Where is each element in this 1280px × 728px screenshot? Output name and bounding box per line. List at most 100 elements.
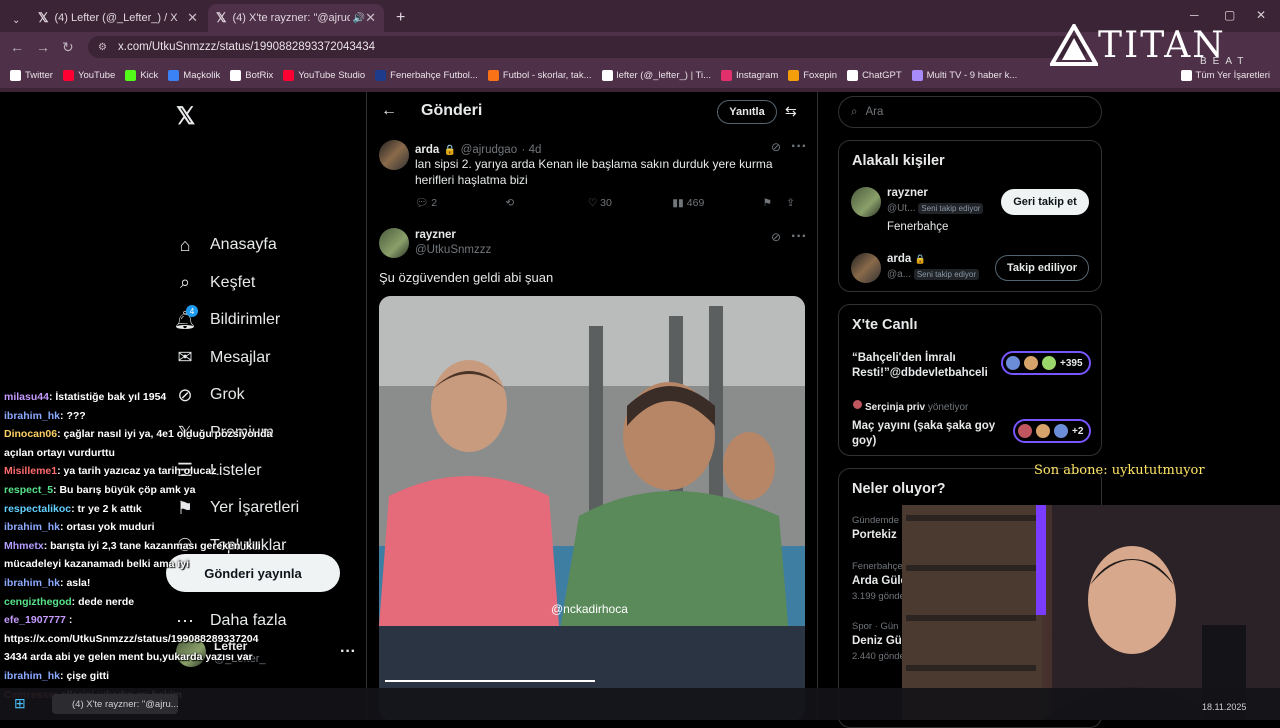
site-info-icon[interactable]: ⚙ <box>98 42 107 53</box>
space-listeners[interactable]: +2 <box>1013 419 1092 443</box>
avatar[interactable] <box>851 253 881 283</box>
reply-button[interactable]: Yanıtla <box>717 100 777 124</box>
tab-search-icon[interactable]: ⌄ <box>4 6 24 34</box>
url-field[interactable]: ⚙ x.com/UtkuSnmzzz/status/19908828933720… <box>88 36 1088 58</box>
close-icon[interactable]: ✕ <box>365 10 376 26</box>
chat-username[interactable]: respectalikoc <box>4 503 71 515</box>
bookmark-item[interactable]: YouTube Studio <box>283 69 365 81</box>
author-name[interactable]: arda <box>415 144 439 156</box>
trend-category: Spor · Gün <box>852 621 899 632</box>
bookmark-item[interactable]: Fenerbahçe Futbol... <box>375 69 478 81</box>
follow-back-button[interactable]: Geri takip et <box>1001 189 1089 215</box>
minimize-icon[interactable]: ─ <box>1190 8 1199 22</box>
like-action[interactable]: ♡ 30 <box>588 196 672 209</box>
trend-category: Fenerbahçe <box>852 561 903 572</box>
space-title[interactable]: Maç yayını (şaka şaka goy goy) <box>852 419 1002 449</box>
bookmark-item[interactable]: Foxepin <box>788 69 837 81</box>
bookmark-item[interactable]: Instagram <box>721 69 778 81</box>
chat-username[interactable]: milasu44 <box>4 391 49 403</box>
space-host[interactable]: Serçinja priv <box>865 402 925 413</box>
nav-item-anasayfa[interactable]: ⌂ Anasayfa <box>174 234 277 256</box>
reply-action[interactable]: 💬︎ 2 <box>415 196 505 210</box>
bookmark-label: lefter (@_lefter_) | Ti... <box>616 69 711 81</box>
chat-username[interactable]: Mhmetx <box>4 540 44 552</box>
nav-item-ke-fet[interactable]: ⌕ Keşfet <box>174 272 255 294</box>
views-action[interactable]: ▮▮ 469 <box>672 196 762 209</box>
taskbar-browser-item[interactable]: (4) X'te rayzner: "@ajru... <box>52 694 178 714</box>
chat-username[interactable]: cengizthegod <box>4 596 72 608</box>
reload-icon[interactable]: ↻ <box>62 39 74 56</box>
chat-username[interactable]: ibrahim_hk <box>4 670 60 682</box>
chat-username[interactable]: ibrahim_hk <box>4 410 60 422</box>
trend-name[interactable]: Arda Güle <box>852 575 907 587</box>
more-icon[interactable]: ··· <box>791 138 807 156</box>
close-icon[interactable]: ✕ <box>187 10 198 26</box>
bookmark-item[interactable]: Multi TV - 9 haber k... <box>911 69 1017 81</box>
bookmark-label: Kick <box>140 69 159 81</box>
maximize-icon[interactable]: ▢ <box>1224 8 1235 22</box>
more-icon[interactable]: ··· <box>340 643 356 661</box>
trend-name[interactable]: Portekiz <box>852 529 897 541</box>
back-icon[interactable]: ← <box>10 39 24 55</box>
person-name[interactable]: arda <box>887 253 911 265</box>
bookmark-item[interactable]: Tüm Yer İşaretleri <box>1180 69 1270 81</box>
chat-username[interactable]: Dinocan06 <box>4 428 57 440</box>
bookmark-item[interactable]: YouTube <box>62 69 115 81</box>
nav-item-mesajlar[interactable]: ✉ Mesajlar <box>174 347 270 369</box>
bookmark-item[interactable]: Twitter <box>10 69 53 81</box>
tab-rayzner[interactable]: 𝕏 (4) X'te rayzner: "@ajrudgao 🔊 ✕ <box>208 4 384 32</box>
bookmark-item[interactable]: Maçkolik <box>168 69 220 81</box>
settings-sliders-icon[interactable]: ⇆ <box>785 103 797 120</box>
grok-icon[interactable]: ⊘ <box>771 140 781 154</box>
nav-item-bildirimler[interactable]: 🔔︎ 4 Bildirimler <box>174 305 280 331</box>
bookmark-item[interactable]: ChatGPT <box>847 69 902 81</box>
author-name[interactable]: rayzner <box>415 229 456 241</box>
person-handle[interactable]: @Ut... <box>887 203 916 214</box>
nav-item-yer-i-aretleri[interactable]: ⚑ Yer İşaretleri <box>174 497 299 519</box>
trend-name[interactable]: Deniz Gül <box>852 635 905 647</box>
avatar[interactable] <box>379 228 409 258</box>
share-icon[interactable]: ⇪ <box>786 196 795 209</box>
bookmark-item[interactable]: Kick <box>125 69 159 81</box>
space-title[interactable]: “Bahçeli'den İmralı Resti!”@dbdevletbahc… <box>852 351 1002 381</box>
space-listeners[interactable]: +395 <box>1001 351 1091 375</box>
avatar[interactable] <box>851 187 881 217</box>
author-handle[interactable]: @UtkuSnmzzz <box>415 244 491 256</box>
nav-item-grok[interactable]: ⊘ Grok <box>174 384 244 406</box>
chat-username[interactable]: Misilleme1 <box>4 465 57 477</box>
forward-icon[interactable]: → <box>36 39 50 55</box>
author-handle[interactable]: @ajrudgao <box>461 144 517 156</box>
search-input[interactable]: ⌕ Ara <box>838 96 1102 128</box>
back-arrow-icon[interactable]: ← <box>381 102 397 120</box>
bookmark-item[interactable]: Futbol - skorlar, tak... <box>487 69 592 81</box>
chat-username[interactable]: respect_5 <box>4 484 53 496</box>
grok-icon[interactable]: ⊘ <box>771 230 781 244</box>
following-button[interactable]: Takip ediliyor <box>995 255 1089 281</box>
chat-username[interactable]: efe_1907777 <box>4 614 66 626</box>
post-button[interactable]: Gönderi yayınla <box>166 554 340 592</box>
nav-item-daha-fazla[interactable]: ⋯ Daha fazla <box>174 610 287 632</box>
chat-username[interactable]: ibrahim_hk <box>4 521 60 533</box>
tab-lefter[interactable]: 𝕏 (4) Lefter (@_Lefter_) / X ✕ <box>30 4 206 32</box>
windows-start-icon[interactable]: ⊞ <box>14 695 26 712</box>
person-name[interactable]: rayzner <box>887 187 928 199</box>
bookmark-item[interactable]: BotRix <box>230 69 273 81</box>
bookmark-label: ChatGPT <box>862 69 902 81</box>
more-icon[interactable]: ··· <box>791 228 807 246</box>
chat-message: 3434 arda abi ye gelen ment bu,yukarda y… <box>4 648 253 667</box>
close-window-icon[interactable]: ✕ <box>1256 8 1266 22</box>
person-handle[interactable]: @a... <box>887 269 911 280</box>
chat-username[interactable]: ibrahim_hk <box>4 577 60 589</box>
avatar[interactable] <box>379 140 409 170</box>
bookmark-item[interactable]: lefter (@_lefter_) | Ti... <box>601 69 711 81</box>
repost-icon[interactable]: ⟲ <box>505 196 587 209</box>
comment-icon: 💬︎ <box>415 197 429 209</box>
view-count: 469 <box>686 196 705 209</box>
post-time[interactable]: · 4d <box>522 144 542 156</box>
new-tab-button[interactable]: + <box>388 4 413 32</box>
post-video[interactable]: @nckadirhoca <box>379 296 805 720</box>
bookmark-icon[interactable]: ⚑ <box>763 196 787 209</box>
speaker-icon[interactable]: 🔊 <box>352 13 364 24</box>
x-home-logo-icon[interactable]: 𝕏 <box>176 102 195 131</box>
x-logo-icon: 𝕏 <box>38 10 49 25</box>
